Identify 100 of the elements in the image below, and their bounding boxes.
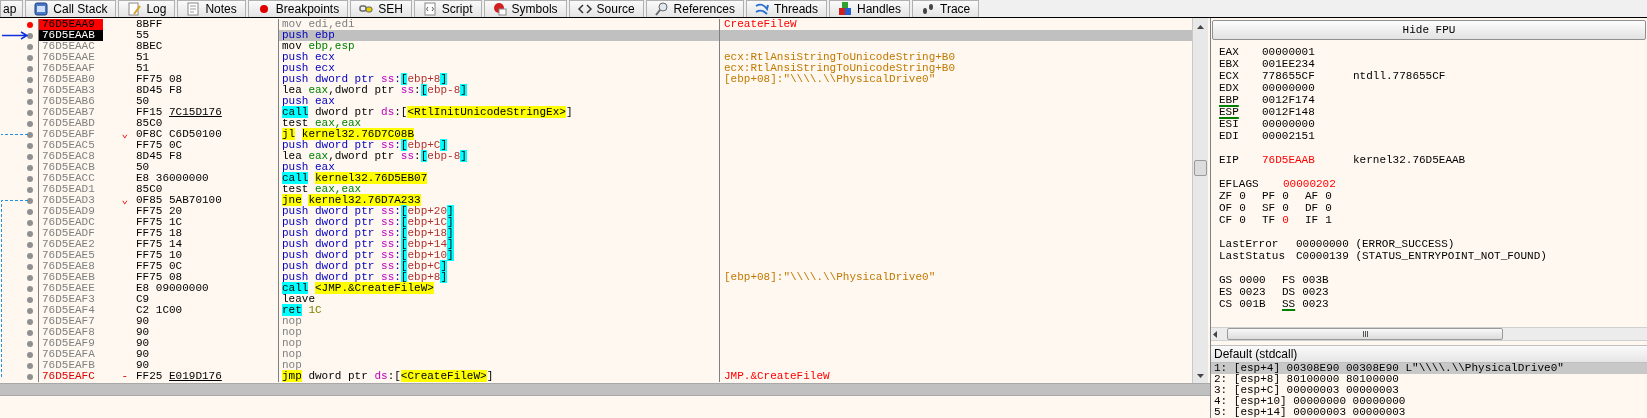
- register-value[interactable]: 0012F174: [1262, 94, 1353, 106]
- breakpoint-marker[interactable]: [27, 274, 33, 281]
- register-name[interactable]: ESP: [1219, 106, 1262, 118]
- breakpoint-marker[interactable]: [27, 340, 33, 347]
- breakpoint-marker[interactable]: [27, 109, 33, 116]
- bytes-cell: FF75 10: [136, 250, 183, 261]
- tab[interactable]: Breakpoints: [247, 0, 349, 17]
- breakpoint-marker[interactable]: [27, 263, 33, 270]
- instruction-cell: push ecx: [279, 52, 720, 63]
- scroll-up-icon[interactable]: [1196, 22, 1205, 32]
- tab[interactable]: Trace: [912, 0, 980, 17]
- breakpoint-marker[interactable]: [27, 186, 33, 193]
- register-name[interactable]: EBP: [1219, 94, 1262, 106]
- breakpoint-marker[interactable]: [27, 329, 33, 336]
- tab[interactable]: Source: [568, 0, 644, 17]
- tab[interactable]: Script: [413, 0, 482, 17]
- bytes-cell: FF75 0C: [136, 261, 183, 272]
- instruction-cell: jmp dword ptr ds:[<CreateFileW>]: [279, 371, 720, 382]
- scroll-down-icon[interactable]: [1196, 371, 1205, 381]
- bytes-cell: FF75 14: [136, 239, 183, 250]
- vertical-scrollbar[interactable]: [1192, 18, 1208, 383]
- bytes-cell: 90: [136, 360, 150, 371]
- register-value[interactable]: 00000001: [1262, 46, 1353, 58]
- breakpoint-marker[interactable]: [27, 351, 33, 358]
- breakpoint-marker[interactable]: [27, 65, 33, 72]
- flag-name: TF: [1262, 214, 1276, 226]
- flag-value[interactable]: 0: [1325, 190, 1332, 202]
- tab[interactable]: Threads: [745, 0, 827, 17]
- register-name[interactable]: ECX: [1219, 70, 1262, 82]
- breakpoint-marker[interactable]: [27, 285, 33, 292]
- register-value[interactable]: 00000000: [1262, 82, 1353, 94]
- flag-value[interactable]: 0: [1325, 202, 1332, 214]
- flags-value[interactable]: 00000202: [1283, 178, 1336, 190]
- register-name[interactable]: ESI: [1219, 118, 1262, 130]
- breakpoint-marker[interactable]: [27, 21, 33, 28]
- instruction-cell: nop: [279, 327, 720, 338]
- breakpoint-marker[interactable]: [27, 153, 33, 160]
- tab[interactable]: Call Stack: [25, 0, 117, 17]
- argument-row[interactable]: 1: [esp+4] 00308E90 00308E90 L"\\\\.\\PhysicalDrive0": [1211, 363, 1647, 374]
- breakpoint-marker[interactable]: [27, 362, 33, 369]
- flag-value[interactable]: 0: [1282, 190, 1289, 202]
- register-name[interactable]: EAX: [1219, 46, 1262, 58]
- breakpoint-marker[interactable]: [27, 120, 33, 127]
- argument-row[interactable]: 4: [esp+10] 00000000 00000000: [1211, 396, 1647, 407]
- tab[interactable]: References: [645, 0, 744, 17]
- register-value[interactable]: 778655CF: [1262, 70, 1353, 82]
- breakpoint-marker[interactable]: [27, 43, 33, 50]
- breakpoint-marker[interactable]: [27, 241, 33, 248]
- breakpoint-marker[interactable]: [27, 296, 33, 303]
- tab[interactable]: Handles: [829, 0, 910, 17]
- tab[interactable]: Notes: [177, 0, 246, 17]
- argument-row[interactable]: 5: [esp+14] 00000003 00000003: [1211, 407, 1647, 418]
- register-name[interactable]: EDX: [1219, 82, 1262, 94]
- comment-cell-text: ecx:RtlAnsiStringToUnicodeString+B0: [723, 63, 957, 74]
- register-name[interactable]: EBX: [1219, 58, 1262, 70]
- breakpoint-marker[interactable]: [27, 230, 33, 237]
- breakpoint-marker[interactable]: [27, 318, 33, 325]
- comment-cell-text: CreateFileW: [723, 19, 798, 30]
- address-cell: 76D5EAAB: [39, 30, 103, 41]
- breakpoint-marker[interactable]: [27, 307, 33, 314]
- breakpoint-marker[interactable]: [27, 252, 33, 259]
- chain-icon: [359, 2, 374, 16]
- address-cell-text: 76D5EAAC: [41, 41, 96, 52]
- tab[interactable]: Log: [118, 0, 176, 17]
- register-value[interactable]: 76D5EAAB: [1262, 154, 1353, 166]
- register-name[interactable]: EDI: [1219, 130, 1262, 142]
- flag-value[interactable]: 0: [1282, 214, 1289, 226]
- register-value[interactable]: 00000000: [1262, 118, 1353, 130]
- breakpoint-marker[interactable]: [27, 98, 33, 105]
- tab[interactable]: SEH: [350, 0, 412, 17]
- breakpoint-marker[interactable]: [27, 87, 33, 94]
- segment-name: GS: [1219, 274, 1233, 286]
- tab[interactable]: Symbols: [483, 0, 567, 17]
- breakpoint-marker[interactable]: [27, 197, 33, 204]
- breakpoint-marker[interactable]: [27, 131, 33, 138]
- flag-value[interactable]: 0: [1239, 190, 1246, 202]
- register-value[interactable]: 001EE234: [1262, 58, 1353, 70]
- bytes-cell: 85C0: [136, 184, 163, 195]
- register-value[interactable]: 00002151: [1262, 130, 1353, 142]
- flag-value[interactable]: 0: [1282, 202, 1289, 214]
- hide-fpu-button[interactable]: Hide FPU: [1212, 20, 1646, 40]
- argument-row[interactable]: 2: [esp+8] 80100000 80100000: [1211, 374, 1647, 385]
- breakpoint-marker[interactable]: [27, 142, 33, 149]
- tab[interactable]: ap: [0, 0, 24, 17]
- scrollbar-thumb[interactable]: [1194, 160, 1207, 176]
- register-name[interactable]: EIP: [1219, 154, 1262, 166]
- flag-value[interactable]: 0: [1239, 214, 1246, 226]
- breakpoint-marker[interactable]: [27, 175, 33, 182]
- flag-value[interactable]: 1: [1325, 214, 1332, 226]
- flag-value[interactable]: 0: [1239, 202, 1246, 214]
- breakpoint-marker[interactable]: [27, 76, 33, 83]
- breakpoint-marker[interactable]: [27, 373, 33, 380]
- breakpoint-marker[interactable]: [27, 208, 33, 215]
- breakpoint-marker[interactable]: [27, 219, 33, 226]
- register-value[interactable]: 0012F148: [1262, 106, 1353, 118]
- breakpoint-marker[interactable]: [27, 32, 33, 39]
- breakpoint-marker[interactable]: [27, 54, 33, 61]
- horizontal-scrollbar[interactable]: [1211, 327, 1647, 341]
- argument-row[interactable]: 3: [esp+C] 00000003 00000003: [1211, 385, 1647, 396]
- breakpoint-marker[interactable]: [27, 164, 33, 171]
